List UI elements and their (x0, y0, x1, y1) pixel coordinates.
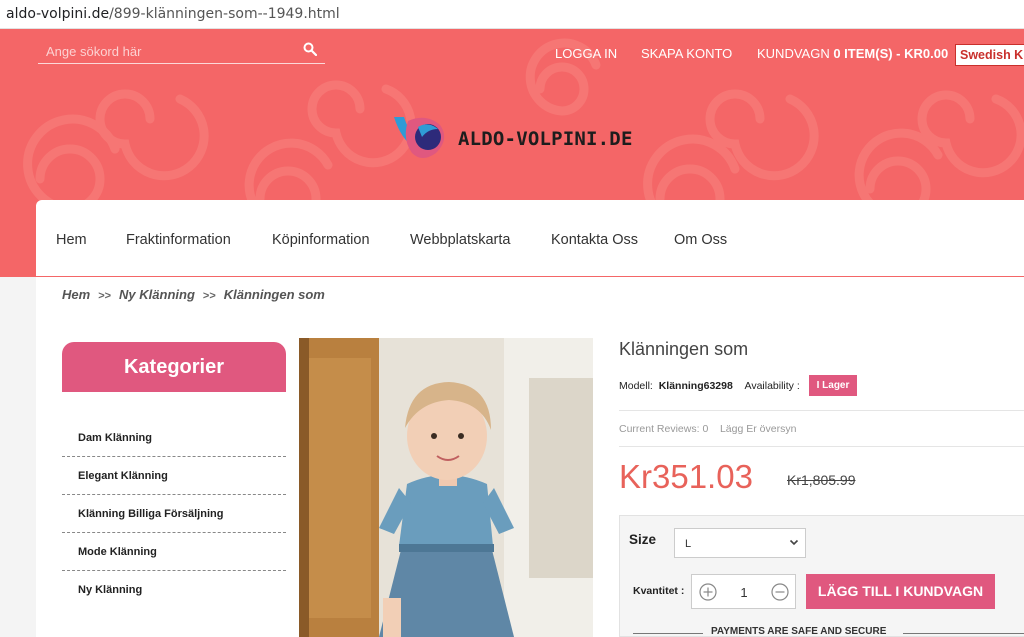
quantity-stepper: 1 (691, 574, 796, 609)
category-item[interactable]: Mode Klänning (62, 533, 286, 571)
nav-item-om-oss[interactable]: Om Oss (674, 232, 727, 248)
main-content: Hem >> Ny Klänning >> Klänningen som Kategor… (36, 277, 1024, 637)
cart-summary: 0 ITEM(S) - KR0.00 (833, 46, 949, 61)
nav-item-webbplatskarta[interactable]: Webbplatskarta (410, 232, 510, 248)
nav-item-fraktinformation[interactable]: Fraktinformation (126, 232, 231, 248)
url-text[interactable]: aldo-volpini.de/899-klänningen-som--1949… (6, 6, 340, 22)
register-link[interactable]: SKAPA KONTO (641, 46, 732, 61)
cart-link[interactable]: KUNDVAGN 0 ITEM(S) - KR0.00 (757, 46, 948, 61)
divider (619, 446, 1024, 447)
category-list: Dam Klänning Elegant Klänning Klänning B… (62, 419, 286, 609)
reviews-row: Current Reviews: 0 Lägg Er översyn (619, 423, 796, 435)
size-value: L (685, 538, 692, 550)
old-price: Kr1,805.99 (787, 472, 856, 488)
minus-icon[interactable] (771, 583, 789, 601)
breadcrumb-current: Klänningen som (223, 287, 325, 302)
category-item[interactable]: Elegant Klänning (62, 457, 286, 495)
model-value: Klänning63298 (658, 380, 733, 392)
purchase-options: Size L Kvantitet : 1 LÄGG TILL I KUNDVAG… (619, 515, 1024, 637)
breadcrumb-home[interactable]: Hem (62, 287, 90, 302)
breadcrumb-separator: >> (98, 290, 112, 302)
availability-badge: I Lager (809, 375, 857, 396)
logo-text[interactable]: ALDO-VOLPINI.DE (458, 128, 633, 150)
product-title: Klänningen som (619, 339, 749, 359)
product-meta: Modell: Klänning63298 Availability : (619, 380, 800, 392)
language-selector[interactable]: Swedish Kr (955, 44, 1024, 66)
main-nav: Hem Fraktinformation Köpinformation Webb… (36, 200, 1024, 277)
cart-label: KUNDVAGN (757, 46, 830, 61)
availability-label: Availability : (744, 380, 800, 392)
search-bar (38, 38, 325, 64)
breadcrumb-category[interactable]: Ny Klänning (119, 287, 195, 302)
add-to-cart-button[interactable]: LÄGG TILL I KUNDVAGN (806, 574, 995, 609)
sidebar-title: Kategorier (62, 342, 286, 392)
size-select[interactable]: L (674, 528, 806, 558)
category-item[interactable]: Klänning Billiga Försäljning (62, 495, 286, 533)
review-count: Current Reviews: 0 (619, 423, 709, 435)
breadcrumb: Hem >> Ny Klänning >> Klänningen som (62, 287, 331, 302)
size-label: Size (629, 532, 657, 547)
plus-icon[interactable] (699, 583, 717, 601)
search-icon[interactable] (303, 42, 317, 56)
secure-payment-text: PAYMENTS ARE SAFE AND SECURE (711, 626, 887, 637)
nav-item-kopinformation[interactable]: Köpinformation (272, 232, 370, 248)
write-review-link[interactable]: Lägg Er översyn (720, 423, 796, 435)
chevron-down-icon (789, 539, 799, 546)
nav-item-kontakta-oss[interactable]: Kontakta Oss (551, 232, 638, 248)
quantity-input[interactable]: 1 (732, 585, 756, 600)
divider (903, 633, 1024, 634)
model-label: Modell: (619, 380, 653, 392)
quantity-label: Kvantitet : (633, 585, 685, 597)
divider (633, 633, 703, 634)
url-host: aldo-volpini.de (6, 6, 110, 22)
category-item[interactable]: Dam Klänning (62, 419, 286, 457)
browser-url-bar[interactable]: aldo-volpini.de/899-klänningen-som--1949… (0, 0, 1024, 29)
search-input[interactable] (46, 41, 296, 61)
product-image[interactable] (299, 338, 593, 637)
current-price: Kr351.03 (619, 458, 753, 495)
login-link[interactable]: LOGGA IN (555, 46, 617, 61)
category-item[interactable]: Ny Klänning (62, 571, 286, 609)
secure-payment-notice: PAYMENTS ARE SAFE AND SECURE (633, 626, 1024, 637)
url-path: /899-klänningen-som--1949.html (109, 6, 340, 22)
breadcrumb-separator: >> (202, 290, 216, 302)
nav-item-hem[interactable]: Hem (56, 232, 87, 248)
divider (619, 410, 1024, 411)
